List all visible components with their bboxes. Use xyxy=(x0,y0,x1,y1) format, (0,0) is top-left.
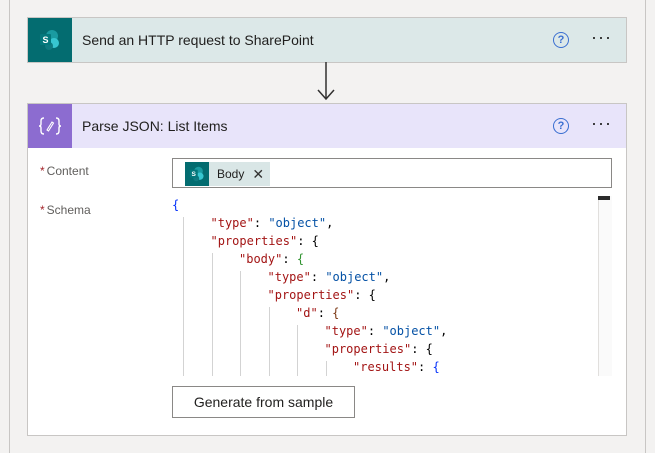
schema-code-line: "properties": { xyxy=(324,342,433,356)
schema-code-line: "type": "object", xyxy=(324,324,448,338)
parse-json-step-card: Parse JSON: List Items ? ··· *Content S xyxy=(27,103,627,436)
indent-guide xyxy=(240,271,241,376)
schema-code-editor[interactable]: { "type": "object", "properties": { "body":… xyxy=(172,196,612,376)
schema-editor-scrollbar[interactable] xyxy=(598,196,612,376)
body-token-label: Body xyxy=(217,167,245,181)
scrollbar-thumb[interactable] xyxy=(598,196,610,200)
content-input[interactable]: S Body ✕ xyxy=(172,158,612,188)
schema-code-line: "body": { xyxy=(239,252,305,266)
schema-code-line: "properties": { xyxy=(267,288,376,302)
parse-json-step-header[interactable]: Parse JSON: List Items ? ··· xyxy=(28,104,626,148)
schema-field-label: * Schema xyxy=(40,203,91,217)
sharepoint-more-options-button[interactable]: ··· xyxy=(591,28,612,48)
parse-json-step-title: Parse JSON: List Items xyxy=(82,118,228,134)
schema-code-line: "properties": { xyxy=(210,234,319,248)
sharepoint-help-icon[interactable]: ? xyxy=(553,32,570,48)
svg-text:S: S xyxy=(42,35,48,45)
sharepoint-step-card[interactable]: S Send an HTTP request to SharePoint ? ·… xyxy=(27,17,627,63)
body-token[interactable]: S Body ✕ xyxy=(185,162,271,186)
svg-text:S: S xyxy=(192,171,197,178)
indent-guide xyxy=(297,325,298,376)
schema-code-line: "type": "object", xyxy=(210,216,334,230)
required-marker: * xyxy=(40,203,45,217)
schema-code-line: "type": "object", xyxy=(267,270,391,284)
canvas-left-border xyxy=(9,0,10,453)
indent-guide xyxy=(268,307,270,376)
schema-code-line: "d": { xyxy=(296,306,340,320)
indent-guide xyxy=(325,361,327,376)
required-marker: * xyxy=(40,164,45,178)
sharepoint-icon: S xyxy=(185,162,209,186)
schema-code-line: "results": { xyxy=(353,360,440,374)
indent-guide xyxy=(211,253,213,376)
flow-designer-canvas: S Send an HTTP request to SharePoint ? ·… xyxy=(0,0,655,453)
canvas-right-border xyxy=(645,0,646,453)
parse-json-help-icon[interactable]: ? xyxy=(553,118,570,134)
generate-from-sample-button[interactable]: Generate from sample xyxy=(172,386,355,418)
sharepoint-step-title: Send an HTTP request to SharePoint xyxy=(82,32,314,48)
content-field-label: * Content xyxy=(40,164,89,178)
schema-code-line: { xyxy=(172,198,180,212)
indent-guide xyxy=(183,217,184,376)
parse-json-more-options-button[interactable]: ··· xyxy=(591,114,612,134)
sharepoint-icon: S xyxy=(28,18,72,62)
down-arrow-icon xyxy=(317,62,335,101)
remove-token-close-icon[interactable]: ✕ xyxy=(252,167,264,181)
data-operations-icon xyxy=(28,104,72,148)
sharepoint-step-header[interactable]: S Send an HTTP request to SharePoint ? ·… xyxy=(28,18,626,62)
